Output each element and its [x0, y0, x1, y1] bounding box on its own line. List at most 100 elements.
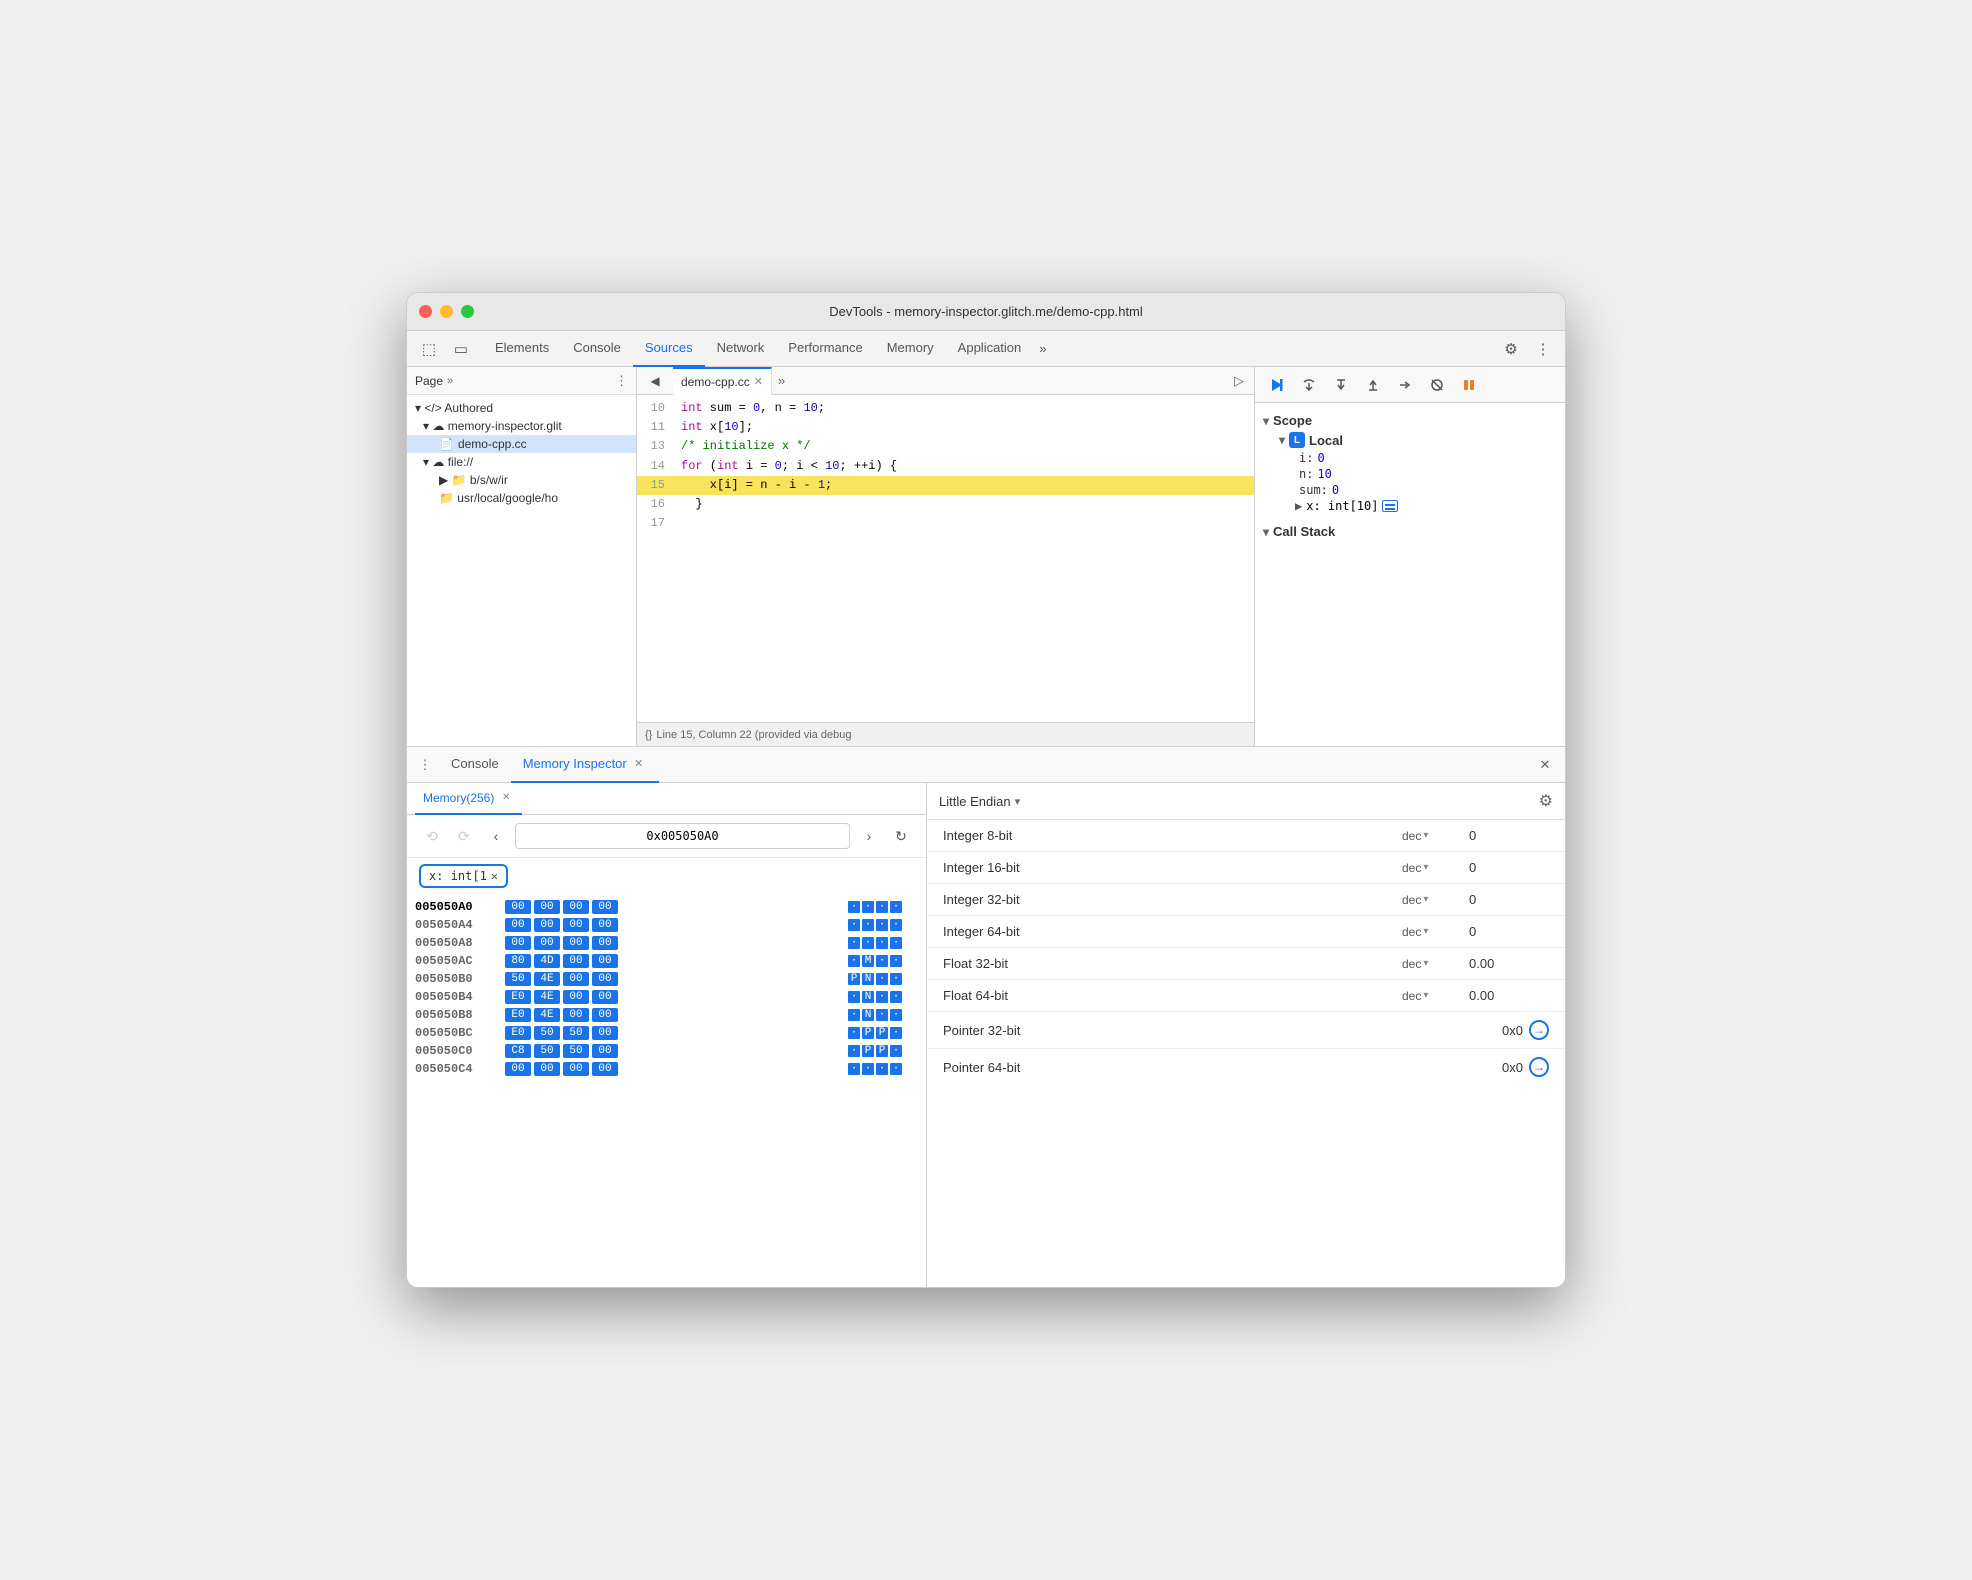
tree-item-authored[interactable]: ▾ </> Authored [407, 399, 636, 417]
ptr64-navigate-icon[interactable]: → [1529, 1057, 1549, 1077]
hex-byte[interactable]: E0 [505, 1026, 531, 1040]
file-tree-options[interactable]: ⋮ [615, 373, 628, 389]
tree-item-usr[interactable]: 📁 usr/local/google/ho [407, 489, 636, 507]
memory-next-button[interactable]: › [856, 823, 882, 849]
step-into-button[interactable] [1327, 371, 1355, 399]
step-over-button[interactable] [1295, 371, 1323, 399]
hex-byte[interactable]: 00 [563, 936, 589, 950]
maximize-button[interactable] [461, 305, 474, 318]
hex-byte[interactable]: 80 [505, 954, 531, 968]
resume-button[interactable] [1263, 371, 1291, 399]
deactivate-button[interactable] [1423, 371, 1451, 399]
hex-byte[interactable]: 00 [563, 900, 589, 914]
tab-application[interactable]: Application [946, 331, 1034, 367]
hex-byte[interactable]: 00 [505, 1062, 531, 1076]
memory-inspector-close[interactable]: ✕ [631, 756, 647, 772]
hex-byte[interactable]: 00 [505, 936, 531, 950]
bottom-more-icon[interactable]: ⋮ [415, 751, 435, 779]
pause-on-exceptions-button[interactable] [1455, 371, 1483, 399]
source-tabs-more[interactable]: » [772, 373, 791, 388]
memory-address-input[interactable] [515, 823, 850, 849]
hex-byte[interactable]: 50 [534, 1044, 560, 1058]
hex-byte[interactable]: 00 [592, 1008, 618, 1022]
hex-byte[interactable]: 00 [592, 990, 618, 1004]
call-stack-header[interactable]: ▾ Call Stack [1255, 522, 1565, 541]
hex-grid[interactable]: 005050A0 00 00 00 00 · · · · [407, 894, 926, 1287]
scope-header[interactable]: ▾ Scope [1255, 411, 1565, 430]
tab-network[interactable]: Network [705, 331, 777, 367]
scope-local-header[interactable]: ▾ L Local [1271, 430, 1565, 450]
hex-byte[interactable]: 4E [534, 990, 560, 1004]
hex-byte[interactable]: 50 [563, 1044, 589, 1058]
tab-sources[interactable]: Sources [633, 331, 705, 367]
source-tab-close-icon[interactable]: ✕ [754, 375, 763, 388]
more-options-icon[interactable]: ⋮ [1529, 335, 1557, 363]
memory-icon[interactable] [1382, 500, 1398, 512]
step-out-button[interactable] [1359, 371, 1387, 399]
tree-item-demo-cpp[interactable]: 📄 demo-cpp.cc [407, 435, 636, 453]
hex-byte[interactable]: E0 [505, 1008, 531, 1022]
hex-byte[interactable]: 00 [505, 900, 531, 914]
hex-byte[interactable]: 00 [563, 954, 589, 968]
element-picker-icon[interactable]: ⬚ [415, 335, 443, 363]
hex-byte[interactable]: 00 [592, 1062, 618, 1076]
hex-byte[interactable]: 00 [534, 1062, 560, 1076]
hex-byte[interactable]: 4E [534, 972, 560, 986]
hex-byte[interactable]: 00 [534, 900, 560, 914]
hex-byte[interactable]: 50 [563, 1026, 589, 1040]
tree-item-memory-inspector[interactable]: ▾ ☁ memory-inspector.glit [407, 417, 636, 435]
file-tree-more[interactable]: » [443, 375, 457, 387]
int16-format-selector[interactable]: dec ▾ [1402, 861, 1457, 875]
memory-back-button[interactable]: ⟲ [419, 823, 445, 849]
hex-byte[interactable]: 00 [592, 1044, 618, 1058]
minimize-button[interactable] [440, 305, 453, 318]
int8-format-selector[interactable]: dec ▾ [1402, 829, 1457, 843]
float64-format-selector[interactable]: dec ▾ [1402, 989, 1457, 1003]
ptr32-navigate-icon[interactable]: → [1529, 1020, 1549, 1040]
tab-console-bottom[interactable]: Console [439, 747, 511, 783]
tab-elements[interactable]: Elements [483, 331, 561, 367]
tab-memory[interactable]: Memory [875, 331, 946, 367]
hex-byte[interactable]: 00 [563, 990, 589, 1004]
hex-byte[interactable]: 50 [505, 972, 531, 986]
int32-format-selector[interactable]: dec ▾ [1402, 893, 1457, 907]
memory-sub-tab-256[interactable]: Memory(256) ✕ [415, 783, 522, 815]
hex-byte[interactable]: 00 [534, 918, 560, 932]
inspector-settings-icon[interactable]: ⚙ [1539, 791, 1553, 811]
memory-prev-button[interactable]: ‹ [483, 823, 509, 849]
hex-byte[interactable]: C8 [505, 1044, 531, 1058]
hex-byte[interactable]: 00 [592, 1026, 618, 1040]
hex-byte[interactable]: 00 [505, 918, 531, 932]
x-arrow[interactable]: ▶ [1295, 499, 1302, 513]
hex-byte[interactable]: 00 [534, 936, 560, 950]
source-run-button[interactable]: ▷ [1228, 373, 1250, 389]
hex-byte[interactable]: 00 [592, 918, 618, 932]
bottom-panel-close[interactable]: ✕ [1533, 753, 1557, 777]
hex-byte[interactable]: 00 [563, 1008, 589, 1022]
tree-item-bsw[interactable]: ▶ 📁 b/s/w/ir [407, 471, 636, 489]
tab-console[interactable]: Console [561, 331, 633, 367]
tab-performance[interactable]: Performance [776, 331, 874, 367]
hex-byte[interactable]: E0 [505, 990, 531, 1004]
device-toolbar-icon[interactable]: ▭ [447, 335, 475, 363]
hex-byte[interactable]: 4E [534, 1008, 560, 1022]
memory-256-close[interactable]: ✕ [498, 790, 514, 806]
hex-byte[interactable]: 00 [563, 918, 589, 932]
hex-byte[interactable]: 00 [563, 1062, 589, 1076]
hex-byte[interactable]: 00 [592, 900, 618, 914]
float32-format-selector[interactable]: dec ▾ [1402, 957, 1457, 971]
hex-byte[interactable]: 4D [534, 954, 560, 968]
hex-byte[interactable]: 00 [592, 936, 618, 950]
int64-format-selector[interactable]: dec ▾ [1402, 925, 1457, 939]
hex-byte[interactable]: 50 [534, 1026, 560, 1040]
settings-icon[interactable]: ⚙ [1497, 335, 1525, 363]
source-tab-demo-cpp[interactable]: demo-cpp.cc ✕ [673, 367, 772, 395]
tree-item-file[interactable]: ▾ ☁ file:// [407, 453, 636, 471]
hex-byte[interactable]: 00 [592, 972, 618, 986]
hex-byte[interactable]: 00 [592, 954, 618, 968]
source-nav-icon[interactable]: ◀ [641, 367, 669, 395]
close-button[interactable] [419, 305, 432, 318]
endian-selector[interactable]: Little Endian ▾ [939, 794, 1020, 809]
more-tabs-icon[interactable]: » [1033, 331, 1052, 367]
memory-forward-button[interactable]: ⟳ [451, 823, 477, 849]
